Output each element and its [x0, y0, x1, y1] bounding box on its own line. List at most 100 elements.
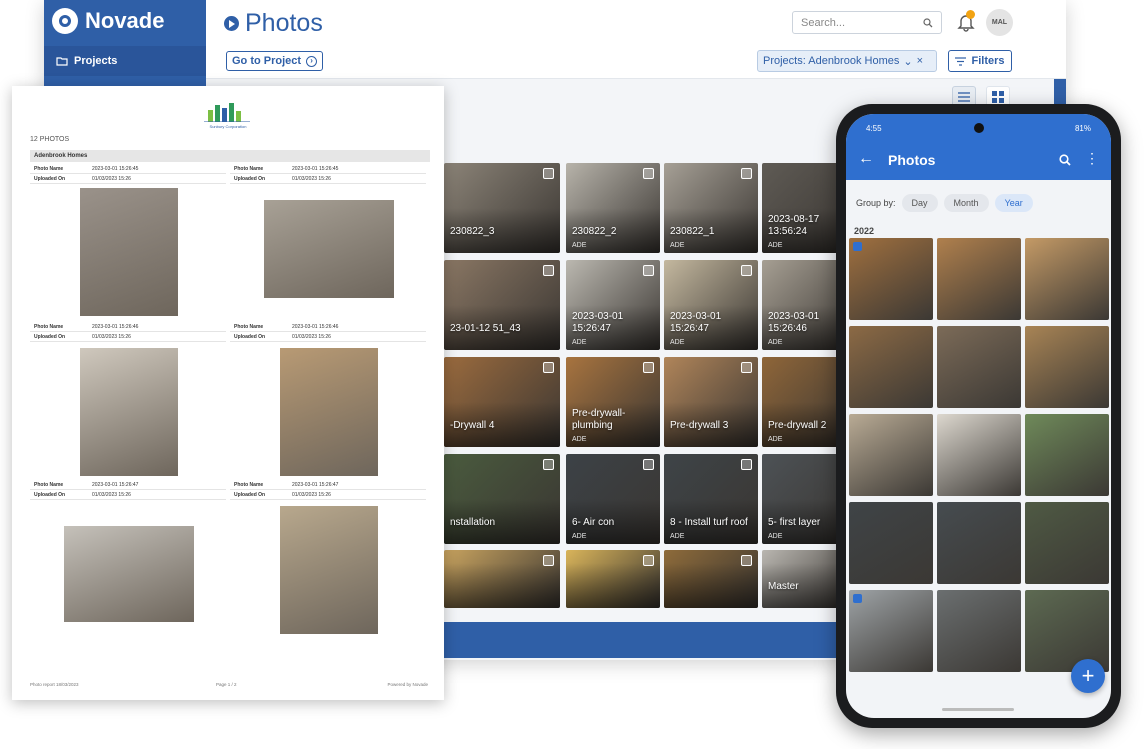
- photo-caption: 2023-03-01 15:26:47: [572, 311, 624, 334]
- uploaded-on-row: Uploaded On 01/03/2023 15:26: [30, 174, 226, 184]
- mobile-photo-tile[interactable]: [937, 238, 1021, 320]
- field-value: 01/03/2023 15:26: [92, 176, 131, 182]
- caption-gradient: [664, 563, 758, 608]
- caption-gradient: [444, 563, 560, 608]
- mobile-photo-tile[interactable]: [1025, 502, 1109, 584]
- field-value: 01/03/2023 15:26: [92, 492, 131, 498]
- photo-tile[interactable]: 230822_3: [444, 163, 560, 253]
- sunbury-logo-icon: [204, 103, 250, 122]
- select-checkbox[interactable]: [543, 362, 554, 373]
- chevron-down-icon[interactable]: ⌄: [903, 55, 912, 68]
- select-checkbox[interactable]: [741, 265, 752, 276]
- mobile-phone: 4:55 81% ← Photos ⋮ Group by: Day Month …: [836, 104, 1121, 728]
- mobile-photo-tile[interactable]: [1025, 326, 1109, 408]
- field-value: 01/03/2023 15:26: [92, 334, 131, 340]
- select-checkbox[interactable]: [543, 555, 554, 566]
- report-photo: [280, 348, 378, 476]
- report-logo-text: Sunbury Corporation: [209, 124, 247, 129]
- back-arrow-icon[interactable]: ←: [858, 150, 874, 168]
- photo-project-code: ADE: [572, 339, 587, 346]
- report-photo: [264, 200, 394, 298]
- mobile-photo-tile[interactable]: [1025, 590, 1109, 672]
- mobile-photo-tile[interactable]: [849, 414, 933, 496]
- field-value: 2023-03-01 15:26:45: [92, 166, 139, 172]
- photo-tile[interactable]: 230822_2 ADE: [566, 163, 660, 253]
- select-checkbox[interactable]: [741, 459, 752, 470]
- select-checkbox[interactable]: [741, 168, 752, 179]
- photo-tile[interactable]: Pre-drywall 3: [664, 357, 758, 447]
- photo-caption: nstallation: [450, 517, 496, 528]
- select-checkbox[interactable]: [543, 459, 554, 470]
- field-value: 01/03/2023 15:26: [292, 334, 331, 340]
- mobile-photo-tile[interactable]: [1025, 238, 1109, 320]
- projects-filter-chip[interactable]: Projects: Adenbrook Homes ⌄ ×: [757, 50, 937, 72]
- photo-tile[interactable]: 6- Air con ADE: [566, 454, 660, 544]
- select-checkbox[interactable]: [543, 168, 554, 179]
- chip-day[interactable]: Day: [901, 194, 938, 212]
- mobile-photo-tile[interactable]: [849, 326, 933, 408]
- close-icon[interactable]: ×: [917, 55, 923, 67]
- add-photo-fab-button[interactable]: +: [1071, 659, 1105, 693]
- photo-caption: 6- Air con: [572, 517, 615, 528]
- select-checkbox[interactable]: [741, 362, 752, 373]
- photo-project-code: ADE: [670, 242, 685, 249]
- go-to-project-button[interactable]: Go to Project ›: [226, 51, 324, 71]
- photo-name-row: Photo Name 2023-03-01 15:26:46: [30, 322, 226, 332]
- report-heading: 12 PHOTOS: [30, 136, 70, 143]
- select-checkbox[interactable]: [643, 459, 654, 470]
- chip-year[interactable]: Year: [994, 194, 1033, 212]
- select-checkbox[interactable]: [643, 555, 654, 566]
- photo-grid: 230822_3 230822_2 ADE 230822_1 ADE 2023-08-17…: [444, 160, 884, 620]
- photo-caption: 230822_1: [670, 226, 715, 237]
- report-footer-right: Powered by Novade: [387, 682, 428, 687]
- chip-month[interactable]: Month: [943, 194, 989, 212]
- search-icon[interactable]: [1059, 154, 1071, 166]
- photo-project-code: ADE: [768, 242, 783, 249]
- mobile-photo-tile[interactable]: [937, 326, 1021, 408]
- mobile-photo-tile[interactable]: [849, 590, 933, 672]
- photo-tile[interactable]: 8 - Install turf roof ADE: [664, 454, 758, 544]
- photo-tile[interactable]: [566, 550, 660, 608]
- sidebar-item-projects[interactable]: Projects: [44, 46, 206, 76]
- photo-tile[interactable]: 23-01-12 51_43: [444, 260, 560, 350]
- mobile-photo-tile[interactable]: [937, 590, 1021, 672]
- photo-tile[interactable]: Pre-drywall-plumbing ADE: [566, 357, 660, 447]
- avatar[interactable]: MAL: [986, 9, 1013, 36]
- select-checkbox[interactable]: [643, 168, 654, 179]
- mobile-photo-tile[interactable]: [1025, 414, 1109, 496]
- photo-tile[interactable]: -Drywall 4: [444, 357, 560, 447]
- mobile-photo-tile[interactable]: [937, 414, 1021, 496]
- brand-logo: Novade: [52, 8, 164, 34]
- select-checkbox[interactable]: [643, 265, 654, 276]
- mobile-photo-tile[interactable]: [937, 502, 1021, 584]
- page-title: Photos: [224, 9, 323, 38]
- photo-tile[interactable]: 2023-03-01 15:26:47 ADE: [566, 260, 660, 350]
- report-photo: [80, 348, 178, 476]
- select-checkbox[interactable]: [543, 265, 554, 276]
- photo-name-row: Photo Name 2023-03-01 15:26:45: [230, 164, 426, 174]
- group-by-label: Group by:: [856, 198, 896, 208]
- status-battery: 81%: [1074, 124, 1091, 133]
- photo-caption: 8 - Install turf roof: [670, 517, 748, 528]
- photo-tile[interactable]: 230822_1 ADE: [664, 163, 758, 253]
- photo-tile[interactable]: [664, 550, 758, 608]
- photo-tile[interactable]: 2023-03-01 15:26:47 ADE: [664, 260, 758, 350]
- caption-gradient: [566, 563, 660, 608]
- mobile-photo-tile[interactable]: [849, 502, 933, 584]
- select-checkbox[interactable]: [741, 555, 752, 566]
- filters-button[interactable]: Filters: [948, 50, 1012, 72]
- photo-caption: -Drywall 4: [450, 420, 495, 431]
- field-label: Photo Name: [34, 324, 64, 330]
- photo-project-code: ADE: [572, 533, 587, 540]
- mobile-photo-tile[interactable]: [849, 238, 933, 320]
- more-vert-icon[interactable]: ⋮: [1085, 150, 1099, 167]
- field-value: 2023-03-01 15:26:46: [92, 324, 139, 330]
- photo-caption: 23-01-12 51_43: [450, 323, 521, 334]
- photo-tile[interactable]: [444, 550, 560, 608]
- field-label: Photo Name: [234, 166, 264, 172]
- field-label: Photo Name: [34, 482, 64, 488]
- search-input[interactable]: Search...: [792, 11, 942, 34]
- photo-tile[interactable]: nstallation: [444, 454, 560, 544]
- top-bar: Photos Search... MAL: [206, 0, 1066, 45]
- select-checkbox[interactable]: [643, 362, 654, 373]
